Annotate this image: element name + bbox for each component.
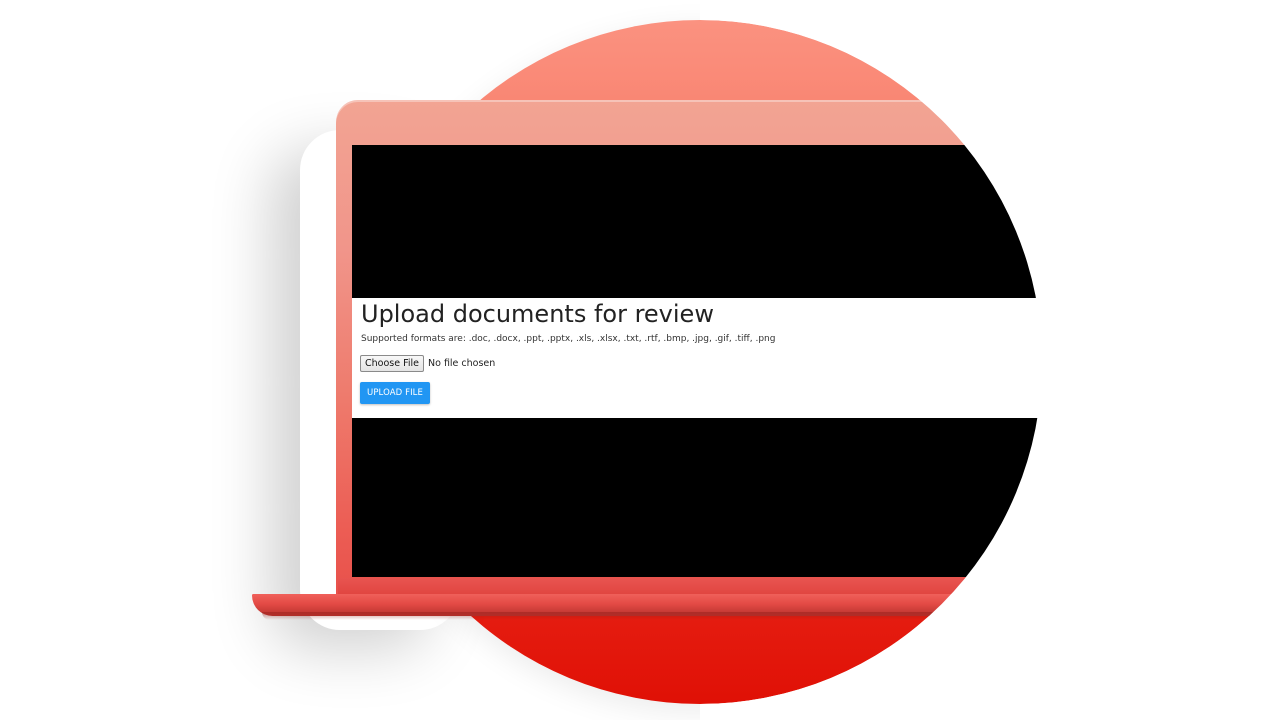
page-title: Upload documents for review — [361, 300, 714, 328]
laptop-base-shadow — [262, 612, 1122, 620]
upload-file-button[interactable]: UPLOAD FILE — [360, 382, 430, 404]
supported-formats-text: Supported formats are: .doc, .docx, .ppt… — [361, 334, 776, 344]
laptop-screen: Upload documents for review Supported fo… — [352, 145, 1112, 577]
file-input[interactable]: Choose File No file chosen — [360, 355, 495, 372]
upload-panel: Upload documents for review Supported fo… — [352, 298, 1112, 418]
choose-file-button[interactable]: Choose File — [360, 355, 424, 372]
stage: Upload documents for review Supported fo… — [0, 0, 1280, 720]
file-status-text: No file chosen — [428, 358, 496, 369]
